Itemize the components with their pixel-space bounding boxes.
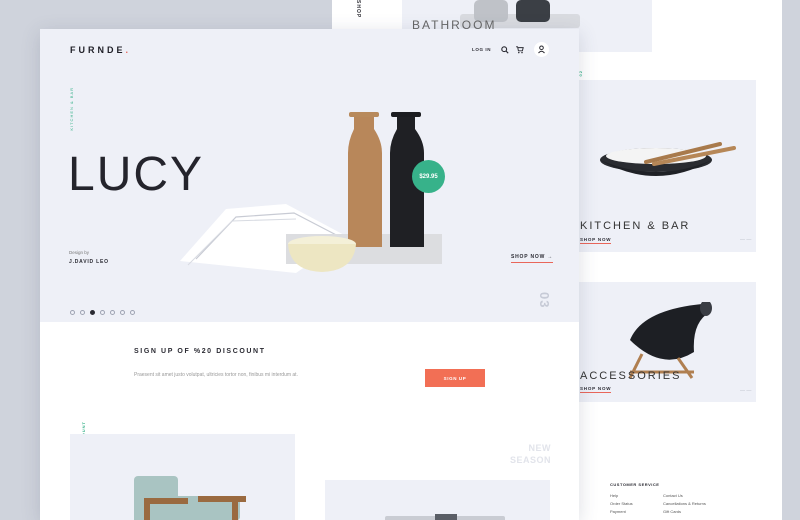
footer-link[interactable]: Payment <box>610 508 633 516</box>
logo-dot: . <box>125 45 132 55</box>
footer-heading: CUSTOMER SERVICE <box>610 482 660 487</box>
new-season-card[interactable] <box>325 480 550 520</box>
hero-section: FURNDE. LOG IN KITCHEN & BAR LUCY Design… <box>40 29 579 322</box>
design-by-label: Design by <box>69 250 90 255</box>
kitchen-nav-dash: — — <box>740 237 752 243</box>
footer-link[interactable]: Contact Us <box>663 492 706 500</box>
footer-link[interactable]: Cancellations & Returns <box>663 500 706 508</box>
accessories-shop-link[interactable]: SHOP NOW <box>580 386 612 393</box>
slider-dot[interactable] <box>70 310 75 315</box>
shop-now-link[interactable]: SHOP NOW → <box>511 254 554 263</box>
slider-dot[interactable] <box>110 310 115 315</box>
new-season-label: NEW SEASON <box>509 443 551 465</box>
kitchen-card[interactable]: 02 KITCHEN & BAR SHOP NOW — — <box>560 70 756 252</box>
side-strip <box>332 0 402 18</box>
side-label: SHOP <box>355 0 361 19</box>
kitchen-title: KITCHEN & BAR <box>580 220 691 232</box>
search-icon[interactable] <box>501 46 509 54</box>
login-link[interactable]: LOG IN <box>472 47 491 52</box>
footer-link[interactable]: Help <box>610 492 633 500</box>
hero-product-image <box>180 112 442 273</box>
slider-dot[interactable] <box>80 310 85 315</box>
signup-button[interactable]: SIGN UP <box>425 369 485 387</box>
user-button[interactable] <box>534 42 549 57</box>
promo-card[interactable] <box>70 434 295 520</box>
cart-icon[interactable] <box>516 46 524 54</box>
kitchen-shop-link[interactable]: SHOP NOW <box>580 237 612 244</box>
slide-number: 03 <box>537 292 552 309</box>
designer-name: J.DAVID LEO <box>69 259 109 265</box>
slider-dot-active[interactable] <box>90 310 95 315</box>
price-badge: $29.95 <box>412 160 445 193</box>
pan-image <box>600 142 736 176</box>
footer-col-1: Help Order Status Payment <box>610 492 633 516</box>
arrow-right-icon: → <box>547 254 554 260</box>
footer-col-2: Contact Us Cancellations & Returns Gift … <box>663 492 706 516</box>
hero-side-label: KITCHEN & BAR <box>69 87 74 131</box>
armchair-image <box>134 476 246 520</box>
main-page: FURNDE. LOG IN KITCHEN & BAR LUCY Design… <box>40 29 579 520</box>
new-season-image <box>385 514 505 520</box>
footer-link[interactable]: Order Status <box>610 500 633 508</box>
footer-link[interactable]: Gift Cards <box>663 508 706 516</box>
slider-dot[interactable] <box>120 310 125 315</box>
slider-dots <box>70 310 135 315</box>
accessories-title: ACCESSORIES <box>580 370 682 382</box>
discount-title: SIGN UP OF %20 DISCOUNT <box>134 348 266 355</box>
accessories-card[interactable]: ACCESSORIES SHOP NOW — — <box>560 282 756 402</box>
accessories-nav-dash: — — <box>740 388 752 394</box>
discount-text: Praesent sit amet justo volutpat, ultric… <box>134 372 298 378</box>
user-icon <box>538 45 545 54</box>
slider-dot[interactable] <box>100 310 105 315</box>
logo[interactable]: FURNDE. <box>70 45 131 55</box>
slider-dot[interactable] <box>130 310 135 315</box>
